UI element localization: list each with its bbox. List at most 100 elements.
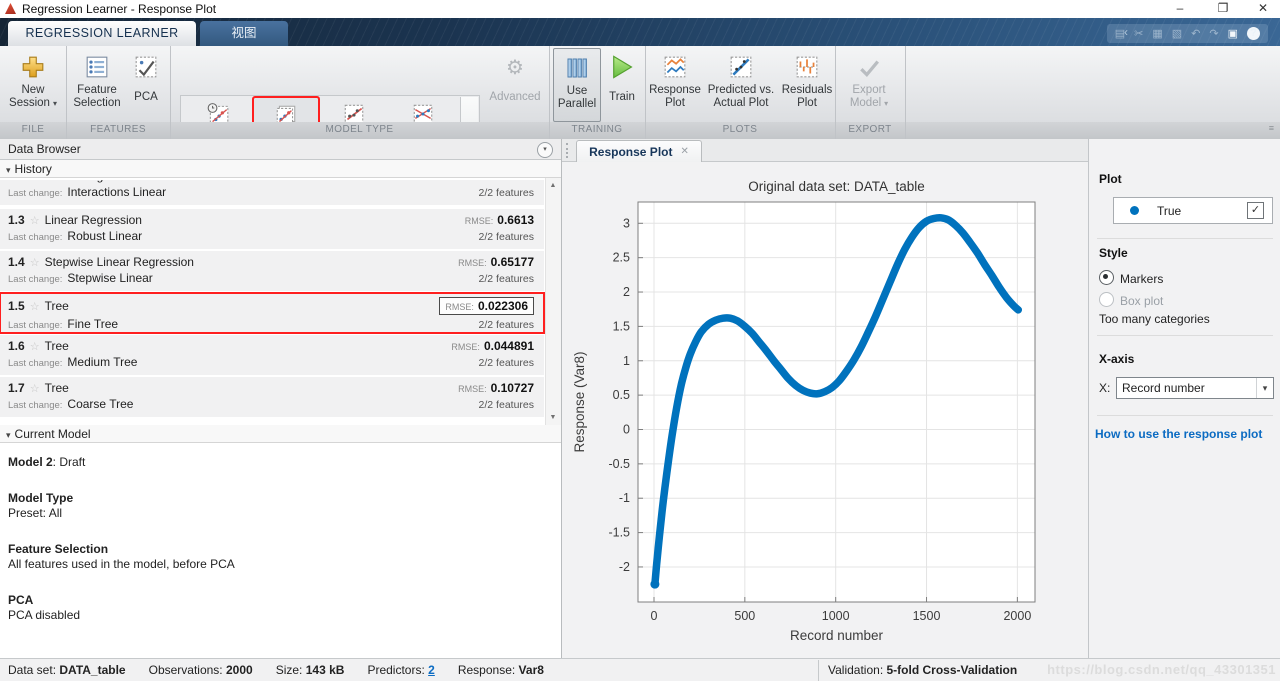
svg-text:500: 500: [734, 609, 755, 623]
section-divider: [549, 46, 550, 139]
section-divider: [645, 46, 646, 139]
window-layout-icon[interactable]: ▣: [1228, 27, 1238, 40]
series-color-dot-icon: [1130, 206, 1139, 215]
response-plot-chart[interactable]: 0 500 1000 1500 2000 -2 -1.5 -1 -0.5 0 0.5 1 1.5 2 2.5…: [562, 162, 1088, 658]
xaxis-section-header: X-axis: [1099, 352, 1135, 366]
section-features: FEATURES: [90, 124, 146, 135]
drag-handle-icon[interactable]: [566, 143, 571, 158]
radio-selected-icon[interactable]: [1099, 270, 1114, 285]
section-divider: [835, 46, 836, 139]
caret-down-icon: ▾: [52, 99, 57, 108]
feature-selection-button[interactable]: Feature Selection: [68, 48, 126, 120]
predicted-vs-actual-plot-button[interactable]: Predicted vs. Actual Plot: [704, 48, 778, 120]
tab-regression-learner[interactable]: REGRESSION LEARNER: [8, 21, 196, 46]
svg-text:-1.5: -1.5: [608, 526, 630, 540]
legend-checkbox[interactable]: ✓: [1247, 202, 1264, 219]
response-status: Response: Var8: [457, 663, 544, 677]
feature-selection-text: All features used in the model, before P…: [8, 557, 235, 571]
history-item[interactable]: 1.7 ☆ Tree RMSE: 0.10727 Last change: Coarse…: [0, 377, 544, 417]
residuals-plot-icon: [795, 51, 819, 83]
divider: [1097, 415, 1273, 416]
star-icon[interactable]: ☆: [30, 180, 40, 183]
history-item[interactable]: 1.4 ☆ Stepwise Linear Regression RMSE: 0.65…: [0, 251, 544, 291]
svg-text:2.5: 2.5: [613, 251, 630, 265]
response-plot-button[interactable]: Response Plot: [648, 48, 702, 120]
svg-text:Record number: Record number: [790, 628, 884, 643]
dropdown-arrow-icon[interactable]: ▾: [1256, 378, 1273, 398]
train-button[interactable]: Train: [601, 48, 643, 120]
svg-text:1500: 1500: [913, 609, 941, 623]
svg-text:-0.5: -0.5: [608, 457, 630, 471]
divider: [1097, 238, 1273, 239]
status-left: Data set: DATA_table Observations: 2000 …: [8, 659, 567, 681]
history-scrollbar[interactable]: ▲ ▼: [545, 178, 561, 425]
history-item[interactable]: 1.6 ☆ Tree RMSE: 0.044891 Last change: Mediu…: [0, 335, 544, 375]
svg-text:3: 3: [623, 216, 630, 230]
svg-text:Original data set: DATA_table: Original data set: DATA_table: [748, 179, 925, 194]
svg-text:0.5: 0.5: [613, 388, 630, 402]
redo-icon[interactable]: ↷: [1209, 27, 1218, 40]
copy-icon[interactable]: ▦: [1152, 27, 1162, 40]
collapse-triangle-icon: ▾: [6, 165, 11, 175]
predictors-link[interactable]: 2: [428, 663, 435, 677]
star-icon[interactable]: ☆: [30, 257, 40, 269]
save-icon[interactable]: ▤: [1115, 27, 1125, 40]
legend-label: True: [1157, 203, 1182, 218]
size-status: Size: 143 kB: [275, 663, 345, 677]
current-model-header[interactable]: ▾ Current Model: [0, 425, 561, 443]
tab-view[interactable]: 视图: [200, 21, 288, 46]
feature-selection-header: Feature Selection: [8, 542, 109, 556]
current-model-body: Model 2: Draft Model Type Preset: All Fe…: [0, 443, 561, 658]
section-training: TRAINING: [571, 124, 623, 135]
star-icon[interactable]: ☆: [30, 383, 40, 395]
help-icon[interactable]: ?: [1247, 27, 1260, 40]
pca-button[interactable]: PCA: [128, 48, 164, 120]
model-summary: Model 2: Draft: [8, 455, 86, 469]
tab-response-plot[interactable]: Response Plot ✕: [576, 140, 702, 162]
star-icon[interactable]: ☆: [30, 301, 40, 313]
scroll-down-icon[interactable]: ▼: [546, 414, 560, 421]
history-header[interactable]: ▾ History: [0, 160, 561, 178]
panel-menu-icon[interactable]: ▾: [537, 142, 553, 158]
restore-button[interactable]: ❐: [1208, 0, 1238, 17]
svg-text:1000: 1000: [822, 609, 850, 623]
divider: [1097, 335, 1273, 336]
star-icon[interactable]: ☆: [30, 215, 40, 227]
tab-close-icon[interactable]: ✕: [680, 146, 688, 157]
markers-radio[interactable]: Markers: [1099, 270, 1163, 286]
x-label: X:: [1099, 381, 1111, 395]
history-list: 1.2☆Linear Regression RMSE:0.65477 Last …: [0, 178, 561, 425]
plot-controls-panel: Plot True ✓ Style Markers Box plot Too m…: [1088, 139, 1280, 658]
close-button[interactable]: ✕: [1248, 0, 1278, 17]
svg-text:1: 1: [623, 354, 630, 368]
scroll-up-icon[interactable]: ▲: [546, 182, 560, 189]
box-plot-radio: Box plot: [1099, 292, 1163, 308]
svg-text:-2: -2: [619, 560, 630, 574]
svg-text:0: 0: [623, 422, 630, 436]
cut-icon[interactable]: ✂: [1134, 27, 1143, 40]
new-session-button[interactable]: New Session ▾: [4, 48, 62, 120]
export-model-button: Export Model ▾: [838, 48, 900, 120]
section-export: EXPORT: [848, 124, 892, 135]
response-plot-icon: [663, 51, 687, 83]
residuals-plot-button[interactable]: Residuals Plot: [780, 48, 834, 120]
help-link[interactable]: How to use the response plot: [1095, 427, 1262, 441]
history-item[interactable]: 1.3 ☆ Linear Regression RMSE: 0.6613 Last c…: [0, 209, 544, 249]
quick-access-toolbar: ▤ ✂ ▦ ▧ ↶ ↷ ▣ ?: [1106, 24, 1268, 43]
section-file: FILE: [21, 124, 45, 135]
svg-text:2000: 2000: [1003, 609, 1031, 623]
section-model-type: MODEL TYPE: [325, 124, 394, 135]
minimize-button[interactable]: –: [1165, 0, 1195, 17]
history-item-selected[interactable]: 1.5 ☆ Tree RMSE: 0.022306 Last change: Fine …: [0, 292, 545, 334]
paste-icon[interactable]: ▧: [1172, 27, 1182, 40]
history-item-clipped[interactable]: 1.2☆Linear Regression RMSE:0.65477 Last …: [0, 180, 544, 207]
model-type-header: Model Type: [8, 491, 74, 505]
undo-icon[interactable]: ↶: [1191, 27, 1200, 40]
new-session-icon: [21, 51, 45, 83]
legend-row[interactable]: True ✓: [1113, 197, 1273, 224]
validation-status: Validation: 5-fold Cross-Validation: [828, 663, 1018, 677]
minimize-ribbon-icon[interactable]: ≡: [1269, 123, 1274, 133]
use-parallel-button[interactable]: Use Parallel: [553, 48, 601, 122]
star-icon[interactable]: ☆: [30, 341, 40, 353]
xaxis-dropdown[interactable]: Record number ▾: [1116, 377, 1274, 399]
